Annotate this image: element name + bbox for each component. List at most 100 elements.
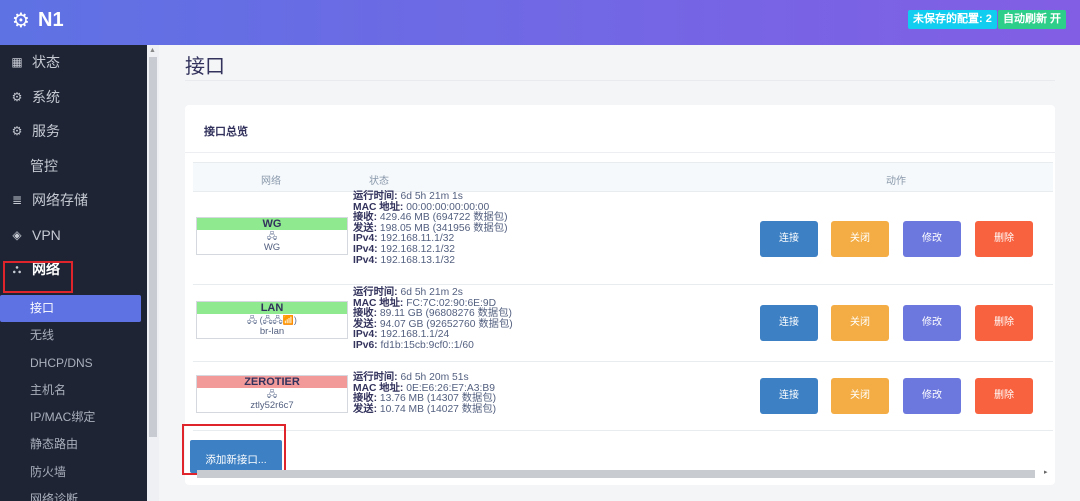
column-status: 状态 <box>369 176 389 187</box>
tx-label: 发送: <box>353 318 378 330</box>
interface-status: 运行时间: 6d 5h 21m 2s MAC 地址: FC:7C:02:90:6… <box>353 287 513 352</box>
uptime-value: 6d 5h 21m 1s <box>400 191 463 202</box>
stop-button[interactable]: 关闭 <box>831 305 889 341</box>
ipv4-value: 192.168.13.1/32 <box>380 254 455 266</box>
edit-button[interactable]: 修改 <box>903 305 961 341</box>
sidebar-item-control[interactable]: 管控 <box>0 149 147 184</box>
submenu-item-ip-mac-binding[interactable]: IP/MAC绑定 <box>0 404 147 431</box>
sidebar-item-label: 状态 <box>32 54 60 71</box>
uptime-label: 运行时间: <box>353 372 398 383</box>
edit-button[interactable]: 修改 <box>903 378 961 414</box>
brand[interactable]: ⚙ N1 <box>10 9 64 32</box>
network-name: ZEROTIER <box>197 376 347 388</box>
mac-label: MAC 地址: <box>353 382 404 394</box>
network-highlight-box <box>3 261 73 293</box>
sidebar: ▦ 状态 ⚙ 系统 ⚙ 服务 管控 ≣ 网络存储 ◈ VPN ⛬ 网络 接口 无… <box>0 45 147 501</box>
network-device-icon: 🖧 <box>266 389 278 399</box>
submenu-item-firewall[interactable]: 防火墙 <box>0 459 147 486</box>
ipv4-label: IPv4: <box>353 329 378 341</box>
delete-button[interactable]: 删除 <box>975 305 1033 341</box>
submenu-item-hostnames[interactable]: 主机名 <box>0 377 147 404</box>
submenu-item-dhcp-dns[interactable]: DHCP/DNS <box>0 350 147 377</box>
rx-value: 429.46 MB (694722 数据包) <box>379 212 508 224</box>
gear-icon: ⚙ <box>11 89 23 104</box>
sidebar-item-system[interactable]: ⚙ 系统 <box>0 80 147 115</box>
network-device-name: ztly52r6c7 <box>250 400 294 411</box>
network-badge[interactable]: LAN 🖧 (🖧🖧📶) br-lan <box>196 301 348 339</box>
panel-title: 接口总览 <box>204 126 248 138</box>
network-name: WG <box>197 218 347 230</box>
delete-button[interactable]: 删除 <box>975 378 1033 414</box>
ipv4-label: IPv4: <box>353 233 378 245</box>
network-badge[interactable]: ZEROTIER 🖧 ztly52r6c7 <box>196 375 348 413</box>
scroll-right-icon[interactable]: ▸ <box>1044 468 1048 476</box>
mac-label: MAC 地址: <box>353 297 404 309</box>
submenu-item-diagnostics[interactable]: 网络诊断 <box>0 486 147 501</box>
sidebar-scrollbar[interactable]: ▲ <box>147 45 159 501</box>
table-header: 网络 状态 动作 <box>193 162 1053 192</box>
sidebar-item-nas[interactable]: ≣ 网络存储 <box>0 183 147 218</box>
ipv6-value: fd1b:15cb:9cf0::1/60 <box>380 339 474 351</box>
auto-refresh-badge[interactable]: 自动刷新 开 <box>998 10 1067 29</box>
rx-label: 接收: <box>353 212 378 224</box>
grid-icon: ▦ <box>11 55 23 70</box>
page-title: 接口 <box>185 56 225 78</box>
delete-button[interactable]: 删除 <box>975 221 1033 257</box>
network-device-name: br-lan <box>259 326 285 337</box>
interface-status: 运行时间: 6d 5h 21m 1s MAC 地址: 00:00:00:00:0… <box>353 191 508 266</box>
sidebar-item-label: 网络存储 <box>32 192 88 209</box>
sidebar-item-label: VPN <box>32 226 61 243</box>
app-title: N1 <box>38 9 64 31</box>
panel-divider <box>185 152 1055 153</box>
connect-button[interactable]: 连接 <box>760 378 818 414</box>
sidebar-item-services[interactable]: ⚙ 服务 <box>0 114 147 149</box>
rx-value: 89.11 GB (96808276 数据包) <box>379 308 512 320</box>
sidebar-item-status[interactable]: ▦ 状态 <box>0 45 147 80</box>
stop-button[interactable]: 关闭 <box>831 221 889 257</box>
tx-value: 198.05 MB (341956 数据包) <box>379 222 508 234</box>
column-actions: 动作 <box>886 176 906 187</box>
edit-button[interactable]: 修改 <box>903 221 961 257</box>
network-device-icon: 🖧 (🖧🖧📶) <box>247 315 297 325</box>
table-row: WG 🖧 WG 运行时间: 6d 5h 21m 1s MAC 地址: 00:00… <box>193 191 1053 285</box>
scrollbar-thumb[interactable] <box>149 57 157 437</box>
submenu-item-interfaces[interactable]: 接口 <box>0 295 141 323</box>
ipv4-value: 192.168.11.1/32 <box>380 233 455 245</box>
submenu-item-wireless[interactable]: 无线 <box>0 322 147 349</box>
tx-label: 发送: <box>353 403 378 415</box>
network-badge[interactable]: WG 🖧 WG <box>196 217 348 255</box>
vpn-icon: ◈ <box>12 227 22 242</box>
network-device-name: WG <box>263 242 281 253</box>
connect-button[interactable]: 连接 <box>760 221 818 257</box>
add-interface-button[interactable]: 添加新接口... <box>190 440 282 473</box>
connect-button[interactable]: 连接 <box>760 305 818 341</box>
network-device-icon: 🖧 <box>266 231 278 241</box>
table-row: LAN 🖧 (🖧🖧📶) br-lan 运行时间: 6d 5h 21m 2s MA… <box>193 285 1053 362</box>
sidebar-item-label: 服务 <box>32 123 60 140</box>
column-network: 网络 <box>261 176 281 187</box>
ipv4-label: IPv4: <box>353 254 378 266</box>
ipv4-value: 192.168.12.1/32 <box>380 243 455 255</box>
tx-value: 94.07 GB (92652760 数据包) <box>379 318 513 330</box>
uptime-label: 运行时间: <box>353 287 398 298</box>
submenu-item-static-routes[interactable]: 静态路由 <box>0 431 147 458</box>
mac-value: 00:00:00:00:00:00 <box>406 201 490 213</box>
gear-icon: ⚙ <box>12 9 30 32</box>
sidebar-item-label: 管控 <box>30 157 58 174</box>
interface-status: 运行时间: 6d 5h 20m 51s MAC 地址: 0E:E6:26:E7:… <box>353 372 497 415</box>
uptime-value: 6d 5h 20m 51s <box>400 372 469 383</box>
uptime-label: 运行时间: <box>353 191 398 202</box>
stop-button[interactable]: 关闭 <box>831 378 889 414</box>
sidebar-item-vpn[interactable]: ◈ VPN <box>0 218 147 253</box>
uptime-value: 6d 5h 21m 2s <box>400 287 463 298</box>
mac-label: MAC 地址: <box>353 201 404 213</box>
tx-label: 发送: <box>353 222 378 234</box>
ipv4-value: 192.168.1.1/24 <box>380 329 450 341</box>
horizontal-scrollbar[interactable] <box>197 470 1035 478</box>
scroll-up-icon[interactable]: ▲ <box>149 47 156 54</box>
rx-label: 接收: <box>353 308 378 320</box>
tx-value: 10.74 MB (14027 数据包) <box>379 403 497 415</box>
table-row: ZEROTIER 🖧 ztly52r6c7 运行时间: 6d 5h 20m 51… <box>193 362 1053 431</box>
sidebar-item-label: 系统 <box>32 88 60 105</box>
unsaved-changes-badge[interactable]: 未保存的配置: 2 <box>908 10 997 29</box>
